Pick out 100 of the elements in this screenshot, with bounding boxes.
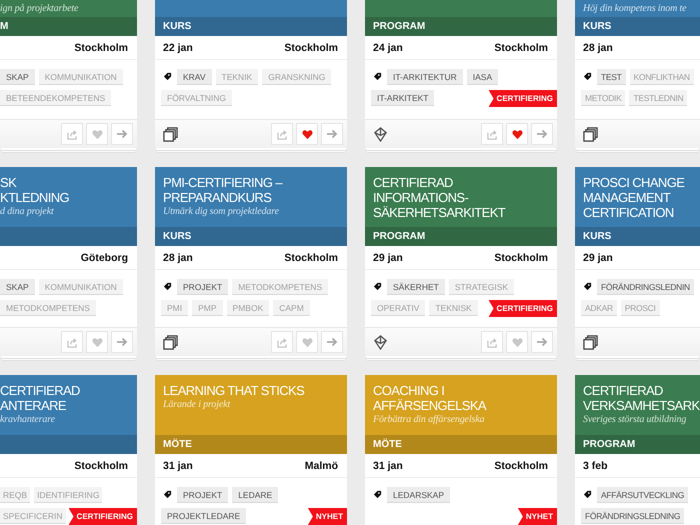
course-card[interactable]: COACHING I AFFÄRSENGELSKA Förbättra din affärsengelska MÖTE 31 jan Stockholm LEDARSKAP NYHET: [365, 375, 557, 525]
share-button[interactable]: [481, 331, 503, 353]
category-bar: KURS: [575, 17, 700, 36]
course-subtitle: ign på projektarbete: [0, 2, 78, 15]
date-label: 22 jan: [163, 42, 193, 54]
arrow-icon: [536, 128, 548, 140]
like-button[interactable]: [506, 123, 528, 145]
tag-chip[interactable]: PROJEKTLEDARE: [161, 508, 246, 524]
arrow-button[interactable]: [111, 123, 133, 145]
tag-icon: [163, 282, 172, 291]
arrow-icon: [326, 128, 338, 140]
arrow-button[interactable]: [531, 331, 553, 353]
like-button[interactable]: [296, 123, 318, 145]
ribbon-badge: NYHET: [308, 508, 347, 525]
diamond-logo-icon: [373, 126, 388, 142]
course-card[interactable]: LEARNING THAT STICKS Lärande i projekt MÖTE 31 jan Malmö PROJEKT LEDARE PROJEKTLEDARE NYHET: [155, 375, 347, 525]
tag-chip[interactable]: SÄKERHET: [387, 279, 445, 295]
course-card[interactable]: PMI-CERTIFIERING – PREPARANDKURS Utmärk dig som projektledare KURS 28 jan Stockholm PROJEKT METODKOMPETENS PMI PMP PMBOK CAPM: [155, 167, 347, 356]
location-label: Stockholm: [74, 42, 128, 54]
course-subtitle: Sveriges största utbildning: [583, 413, 686, 426]
category-bar: MÖTE: [365, 435, 557, 454]
course-card[interactable]: SK KTLEDNING d dina projekt Göteborg SKAP KOMMUNIKATION METODKOMPETENS: [0, 167, 137, 356]
tag-chip[interactable]: IT-ARKITEKT: [371, 90, 434, 106]
tag-chip[interactable]: LEDARSKAP: [387, 487, 450, 503]
tag-chip[interactable]: PROJEKT: [177, 487, 228, 503]
category-bar: PROGRAM: [575, 435, 700, 454]
location-label: Stockholm: [284, 42, 338, 54]
diamond-logo-icon: [373, 334, 388, 350]
ribbon-badge: CERTIFIERING: [488, 90, 557, 107]
location-label: Stockholm: [74, 460, 128, 472]
course-title: SK KTLEDNING: [0, 175, 70, 205]
share-icon: [486, 336, 498, 348]
stacked-squares-icon: [583, 126, 598, 142]
course-title: PMI-CERTIFIERING – PREPARANDKURS: [163, 175, 282, 205]
course-card[interactable]: PROGRAM 24 jan Stockholm IT-ARKITEKTUR IASA IT-ARKITEKT CERTIFIERING: [365, 0, 557, 148]
course-subtitle: d dina projekt: [0, 205, 54, 218]
category-bar: M: [0, 17, 137, 36]
date-label: 3 feb: [583, 460, 608, 472]
course-subtitle: Förbättra din affärsengelska: [373, 413, 484, 426]
course-card[interactable]: Höj din kompetens inom te KURS 28 jan TEST KONFLIKTHAN METODIK TESTLEDNIN: [575, 0, 700, 148]
course-title: CERTIFIERAD INFORMATIONS- SÄKERHETSARKITEKT: [373, 175, 506, 220]
share-button[interactable]: [481, 123, 503, 145]
location-label: Stockholm: [284, 252, 338, 264]
share-button[interactable]: [271, 123, 293, 145]
tag-chip[interactable]: SKAP: [0, 279, 35, 295]
course-title: LEARNING THAT STICKS: [163, 383, 304, 398]
category-bar: MÖTE: [155, 435, 347, 454]
course-title: PROSCI CHANGE MANAGEMENT CERTIFICATION: [583, 175, 684, 220]
course-card[interactable]: CERTIFIERAD VERKSAMHETSARK Sveriges största utbildning PROGRAM 3 feb AFFÄRSUTVECKLING FÖRÄNDRINGSLEDNING: [575, 375, 700, 525]
arrow-icon: [116, 336, 128, 348]
tag-chip[interactable]: PROJEKT: [177, 279, 228, 295]
tag-chip[interactable]: TEST: [597, 69, 626, 85]
category-bar: KURS: [155, 17, 347, 36]
ribbon-badge: NYHET: [518, 508, 557, 525]
arrow-button[interactable]: [531, 123, 553, 145]
arrow-button[interactable]: [111, 331, 133, 353]
category-bar: PROGRAM: [365, 17, 557, 36]
course-card[interactable]: CERTIFIERAD INFORMATIONS- SÄKERHETSARKITEKT PROGRAM 29 jan Stockholm SÄKERHET STRATEGISK OPERATIV TEKNISK CERTIFIERING: [365, 167, 557, 356]
ribbon-badge: CERTIFIERING: [488, 300, 557, 317]
tag-chip[interactable]: FÖRÄNDRINGSLEDNIN: [597, 279, 694, 295]
tag-chip[interactable]: LEDARE: [232, 487, 278, 503]
tag-icon: [373, 72, 382, 81]
course-subtitle: Höj din kompetens inom te: [583, 2, 686, 15]
stacked-squares-icon: [583, 334, 598, 350]
share-icon: [66, 128, 78, 140]
arrow-button[interactable]: [321, 123, 343, 145]
ribbon-badge: CERTIFIERING: [68, 508, 137, 525]
tag-chip[interactable]: KRAV: [177, 69, 212, 85]
share-button[interactable]: [61, 123, 83, 145]
share-button[interactable]: [61, 331, 83, 353]
tag-icon: [583, 282, 592, 291]
arrow-button[interactable]: [321, 331, 343, 353]
course-card[interactable]: ign på projektarbete M Stockholm SKAP KOMMUNIKATION BETEENDEKOMPETENS: [0, 0, 137, 148]
course-title: CERTIFIERAD ANTERARE: [0, 383, 80, 413]
course-card[interactable]: KURS 22 jan Stockholm KRAV TEKNIK GRANSKNING FÖRVALTNING: [155, 0, 347, 148]
date-label: 24 jan: [373, 42, 403, 54]
tag-chip[interactable]: FÖRÄNDRINGSLEDNING: [581, 508, 684, 524]
location-label: Stockholm: [494, 460, 548, 472]
course-subtitle: Utmärk dig som projektledare: [163, 205, 279, 218]
course-card[interactable]: PROSCI CHANGE MANAGEMENT CERTIFICATION KURS 29 jan FÖRÄNDRINGSLEDNIN ADKAR PROSCI: [575, 167, 700, 356]
tag-icon: [163, 72, 172, 81]
location-label: Stockholm: [494, 42, 548, 54]
course-title: COACHING I AFFÄRSENGELSKA: [373, 383, 486, 413]
course-subtitle: Lärande i projekt: [163, 398, 230, 411]
share-button[interactable]: [271, 331, 293, 353]
share-icon: [276, 128, 288, 140]
tag-icon: [373, 282, 382, 291]
arrow-icon: [326, 336, 338, 348]
tag-chip[interactable]: AFFÄRSUTVECKLING: [597, 487, 688, 503]
tag-chip[interactable]: IT-ARKITEKTUR: [387, 69, 463, 85]
arrow-icon: [536, 336, 548, 348]
tag-icon: [583, 72, 592, 81]
date-label: 28 jan: [163, 252, 193, 264]
tag-icon: [373, 490, 382, 499]
date-label: 29 jan: [583, 252, 613, 264]
tag-chip[interactable]: SKAP: [0, 69, 35, 85]
location-label: Malmö: [304, 460, 338, 472]
stacked-squares-icon: [163, 334, 178, 350]
share-icon: [66, 336, 78, 348]
tag-chip[interactable]: IASA: [466, 69, 498, 85]
